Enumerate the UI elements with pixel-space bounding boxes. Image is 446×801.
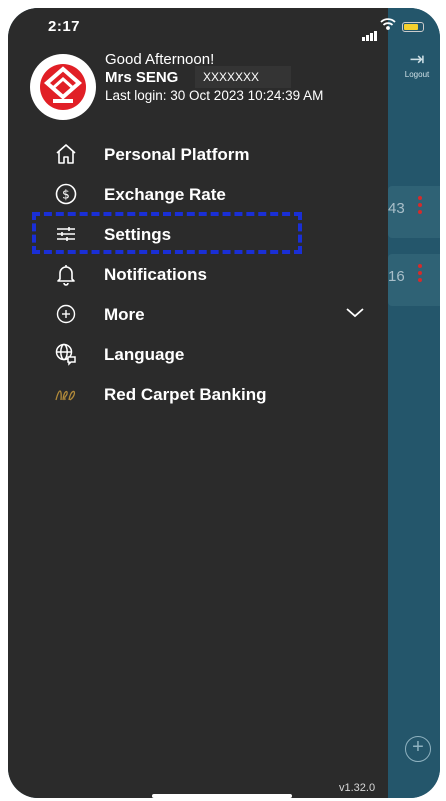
logout-icon: ⇥ xyxy=(409,49,425,69)
settings-highlight-box xyxy=(32,212,302,254)
menu-item-notifications[interactable]: Notifications xyxy=(8,254,388,294)
masked-account: XXXXXXX xyxy=(195,66,291,88)
chevron-down-icon[interactable] xyxy=(345,305,365,321)
logout-button[interactable]: ⇥ Logout xyxy=(394,50,440,79)
underlying-screen xyxy=(388,8,440,798)
home-icon xyxy=(54,142,78,166)
menu-label: Language xyxy=(104,345,185,364)
wifi-icon xyxy=(380,17,396,33)
avatar[interactable] xyxy=(30,54,96,120)
logout-label: Logout xyxy=(404,70,430,79)
menu-item-red-carpet-banking[interactable]: Red Carpet Banking xyxy=(8,374,388,414)
status-bar: 2:17 xyxy=(8,8,440,41)
svg-text:$: $ xyxy=(62,188,70,202)
bank-logo-icon xyxy=(40,64,86,110)
underlying-card[interactable]: 43 xyxy=(388,186,440,238)
signal-icon xyxy=(362,23,378,41)
phone-screen: ⇥ Logout 43 16 + Good Afternoon! Mrs SEN… xyxy=(8,8,440,798)
last-login: Last login: 30 Oct 2023 10:24:39 AM xyxy=(105,88,324,103)
menu-label: More xyxy=(104,305,145,324)
underlying-card[interactable]: 16 xyxy=(388,254,440,306)
add-button[interactable]: + xyxy=(405,736,431,762)
menu-label: Exchange Rate xyxy=(104,185,226,204)
menu-label: Notifications xyxy=(104,265,207,284)
menu-item-exchange-rate[interactable]: $ Exchange Rate xyxy=(8,174,388,214)
more-vertical-icon[interactable] xyxy=(418,264,422,285)
menu-label: Personal Platform xyxy=(104,145,250,164)
side-drawer: Good Afternoon! Mrs SENG XXXXXXX Last lo… xyxy=(8,8,388,798)
more-vertical-icon[interactable] xyxy=(418,196,422,217)
rcb-logo-icon xyxy=(54,382,78,406)
card-value: 43 xyxy=(388,200,405,217)
card-value: 16 xyxy=(388,268,405,285)
menu-item-language[interactable]: Language xyxy=(8,334,388,374)
status-time: 2:17 xyxy=(48,18,81,35)
plus-circle-icon xyxy=(54,302,78,326)
bell-icon xyxy=(54,262,78,286)
menu-label: Red Carpet Banking xyxy=(104,385,267,404)
user-name: Mrs SENG xyxy=(105,69,179,86)
home-indicator[interactable] xyxy=(152,794,292,798)
menu-item-more[interactable]: More xyxy=(8,294,388,334)
menu-item-personal-platform[interactable]: Personal Platform xyxy=(8,134,388,174)
battery-icon xyxy=(402,22,424,32)
dollar-circle-icon: $ xyxy=(54,182,78,206)
app-version: v1.32.0 xyxy=(339,782,376,794)
globe-chat-icon xyxy=(54,342,78,366)
